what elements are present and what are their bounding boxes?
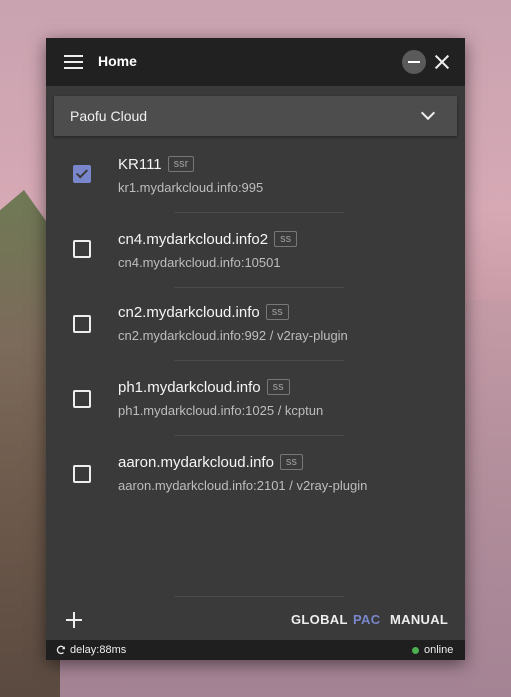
add-icon[interactable] <box>66 612 82 628</box>
window-title: Home <box>98 53 137 69</box>
server-item[interactable]: aaron.mydarkcloud.info ss aaron.mydarkclo… <box>46 446 465 521</box>
server-address: kr1.mydarkcloud.info:995 <box>118 180 264 195</box>
server-address: ph1.mydarkcloud.info:1025 / kcptun <box>118 403 324 418</box>
server-type-badge: ss <box>266 379 290 395</box>
server-item[interactable]: ph1.mydarkcloud.info ss ph1.mydarkcloud.i… <box>46 371 465 446</box>
online-status-dot <box>412 647 419 654</box>
server-checkbox[interactable] <box>73 165 91 183</box>
server-checkbox[interactable] <box>73 390 91 408</box>
app-window: Home Paofu Cloud KR111 ssr kr1.mydarkclou… <box>46 38 465 660</box>
server-name: aaron.mydarkcloud.info <box>118 454 274 471</box>
divider <box>174 212 344 213</box>
minimize-icon[interactable] <box>402 50 426 74</box>
server-name: KR111 <box>118 156 162 173</box>
mode-pac-button[interactable]: PAC <box>353 612 380 627</box>
server-item[interactable]: cn4.mydarkcloud.info2 ss cn4.mydarkcloud.… <box>46 221 465 296</box>
mode-bar: GLOBAL PAC MANUAL <box>46 598 465 640</box>
server-type-badge: ss <box>279 454 303 470</box>
server-name: ph1.mydarkcloud.info <box>118 379 261 396</box>
close-icon[interactable] <box>432 52 452 72</box>
mode-global-button[interactable]: GLOBAL <box>291 612 348 627</box>
server-address: cn4.mydarkcloud.info:10501 <box>118 255 281 270</box>
mode-manual-button[interactable]: MANUAL <box>390 612 448 627</box>
server-address: cn2.mydarkcloud.info:992 / v2ray-plugin <box>118 328 348 343</box>
menu-icon[interactable] <box>64 55 83 69</box>
group-dropdown[interactable]: Paofu Cloud <box>54 96 457 136</box>
server-type-badge: ssr <box>167 156 195 172</box>
server-item[interactable]: KR111 ssr kr1.mydarkcloud.info:995 <box>46 146 465 221</box>
server-checkbox[interactable] <box>73 315 91 333</box>
server-name: cn4.mydarkcloud.info2 <box>118 231 269 248</box>
title-bar: Home <box>46 38 465 86</box>
server-type-badge: ss <box>274 231 298 247</box>
bottom-divider <box>174 596 344 597</box>
chevron-down-icon <box>420 105 436 121</box>
server-type-badge: ss <box>265 304 289 320</box>
connection-status: online <box>424 644 454 656</box>
server-checkbox[interactable] <box>73 240 91 258</box>
server-name: cn2.mydarkcloud.info <box>118 304 260 321</box>
delay-text: delay:88ms <box>70 644 127 656</box>
divider <box>174 435 344 436</box>
status-bar: delay:88ms online <box>46 640 465 660</box>
server-checkbox[interactable] <box>73 465 91 483</box>
divider <box>174 360 344 361</box>
server-item[interactable]: cn2.mydarkcloud.info ss cn2.mydarkcloud.i… <box>46 296 465 371</box>
group-selected-label: Paofu Cloud <box>70 108 148 124</box>
divider <box>174 287 344 288</box>
server-address: aaron.mydarkcloud.info:2101 / v2ray-plug… <box>118 478 368 493</box>
refresh-icon[interactable] <box>56 645 66 655</box>
